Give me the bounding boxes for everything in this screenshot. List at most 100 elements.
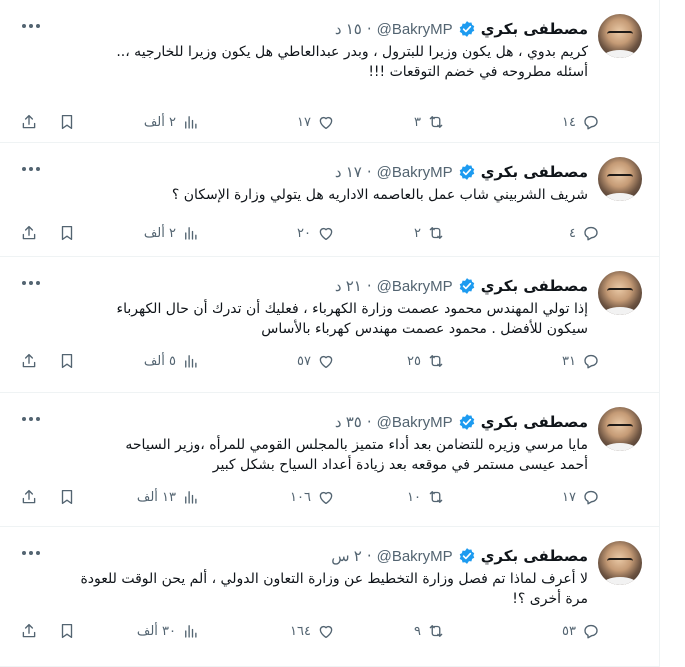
avatar[interactable] [598,271,642,315]
retweet-button[interactable]: ٣ [414,108,445,136]
share-icon [22,353,36,368]
tweet[interactable]: مصطفى بكري @BakryMP · ١٥ د كريم بدوي ، ه… [0,0,659,143]
bookmark-icon [61,225,73,241]
bookmark-icon [61,623,73,639]
tweet-actions: ٥٣ ٩ ١٦٤ ٣٠ ألف [10,617,600,645]
reply-button[interactable]: ١٤ [562,108,600,136]
reply-icon [584,226,598,241]
tweet-text-line: شريف الشربيني شاب عمل بالعاصمه الاداريه … [171,187,588,203]
heart-icon [319,355,333,369]
separator-dot: · [366,20,372,38]
like-button[interactable]: ١٧ [297,108,335,136]
bookmark-button[interactable] [58,483,76,511]
more-icon[interactable] [22,281,40,287]
author-name[interactable]: مصطفى بكري [481,277,588,295]
share-button[interactable] [20,108,38,136]
tweet[interactable]: مصطفى بكري @BakryMP · ٢ س لا أعرف لماذا … [0,527,659,667]
reply-icon [584,115,598,130]
author-handle[interactable]: @BakryMP [377,164,453,181]
author-name[interactable]: مصطفى بكري [481,547,588,565]
like-button[interactable]: ٢٠ [297,219,335,247]
bookmark-button[interactable] [58,108,76,136]
retweet-button[interactable]: ٢ [414,219,445,247]
tweet-text-line: كريم بدوي ، هل يكون وزيرا للبترول ، وبدر… [116,44,588,60]
bookmark-icon [61,114,73,130]
tweet[interactable]: مصطفى بكري @BakryMP · ١٧ د شريف الشربيني… [0,143,659,257]
like-count: ٥٧ [297,353,311,369]
author-name[interactable]: مصطفى بكري [481,413,588,431]
tweet-text: لا أعرف لماذا تم فصل وزارة التخطيط عن وز… [28,569,588,609]
more-icon[interactable] [22,167,40,173]
views-button[interactable]: ٥ ألف [144,347,200,375]
tweet-time[interactable]: ١٥ د [335,20,362,38]
reply-button[interactable]: ٥٣ [562,617,600,645]
reply-icon [584,490,598,505]
tweet-time[interactable]: ١٧ د [335,163,362,181]
bookmark-button[interactable] [58,219,76,247]
reply-button[interactable]: ٤ [569,219,600,247]
views-button[interactable]: ٢ ألف [144,219,200,247]
tweet-header: مصطفى بكري @BakryMP · ١٥ د [335,18,588,40]
analytics-icon [185,625,197,638]
share-button[interactable] [20,617,38,645]
views-count: ٢ ألف [143,225,176,241]
tweet-text: شريف الشربيني شاب عمل بالعاصمه الاداريه … [28,185,588,205]
retweet-button[interactable]: ٢٥ [407,347,445,375]
tweet-text: كريم بدوي ، هل يكون وزيرا للبترول ، وبدر… [28,42,588,82]
tweet[interactable]: مصطفى بكري @BakryMP · ٢١ د إذا تولي المه… [0,257,659,393]
views-button[interactable]: ١٣ ألف [137,483,200,511]
retweet-button[interactable]: ٩ [414,617,445,645]
tweet-text-line: سيكون للأفضل . محمود عصمت مهندس كهرباء ب… [261,321,588,337]
author-handle[interactable]: @BakryMP [377,21,453,38]
heart-icon [319,227,333,241]
like-button[interactable]: ١٠٦ [290,483,335,511]
share-button[interactable] [20,219,38,247]
author-handle[interactable]: @BakryMP [377,278,453,295]
reply-icon [584,354,598,369]
verified-badge-icon [459,414,474,430]
retweet-count: ١٠ [407,489,421,505]
reply-button[interactable]: ٣١ [562,347,600,375]
heart-icon [319,116,333,130]
author-name[interactable]: مصطفى بكري [481,163,588,181]
more-icon[interactable] [22,417,40,423]
share-button[interactable] [20,347,38,375]
analytics-icon [185,116,197,129]
like-button[interactable]: ١٦٤ [290,617,335,645]
tweet[interactable]: مصطفى بكري @BakryMP · ٣٥ د مايا مرسي وزي… [0,393,659,527]
reply-button[interactable]: ١٧ [562,483,600,511]
avatar[interactable] [598,541,642,585]
reply-count: ١٧ [562,489,576,505]
heart-icon [319,491,333,505]
share-button[interactable] [20,483,38,511]
like-count: ١٠٦ [290,489,311,505]
avatar[interactable] [598,157,642,201]
avatar[interactable] [598,407,642,451]
timeline-feed[interactable]: مصطفى بكري @BakryMP · ١٥ د كريم بدوي ، ه… [0,0,660,667]
heart-icon [319,625,333,639]
tweet-time[interactable]: ٢١ د [335,277,362,295]
retweet-button[interactable]: ١٠ [407,483,445,511]
tweet-text-line: مايا مرسي وزيره للتضامن بعد أداء متميز ب… [125,437,588,453]
retweet-icon [429,491,443,503]
views-count: ٢ ألف [143,114,176,130]
more-icon[interactable] [22,24,40,30]
tweet-actions: ٣١ ٢٥ ٥٧ ٥ ألف [10,347,600,375]
author-handle[interactable]: @BakryMP [377,414,453,431]
views-button[interactable]: ٣٠ ألف [137,617,200,645]
bookmark-button[interactable] [58,347,76,375]
like-button[interactable]: ٥٧ [297,347,335,375]
more-icon[interactable] [22,551,40,557]
analytics-icon [185,227,197,240]
avatar[interactable] [598,14,642,58]
tweet-time[interactable]: ٢ س [331,547,362,565]
bookmark-icon [61,353,73,369]
reply-count: ٤ [569,225,576,241]
author-name[interactable]: مصطفى بكري [481,20,588,38]
retweet-icon [429,116,443,128]
bookmark-button[interactable] [58,617,76,645]
author-handle[interactable]: @BakryMP [377,548,453,565]
tweet-time[interactable]: ٣٥ د [335,413,362,431]
views-button[interactable]: ٢ ألف [144,108,200,136]
tweet-actions: ٤ ٢ ٢٠ ٢ ألف [10,219,600,247]
